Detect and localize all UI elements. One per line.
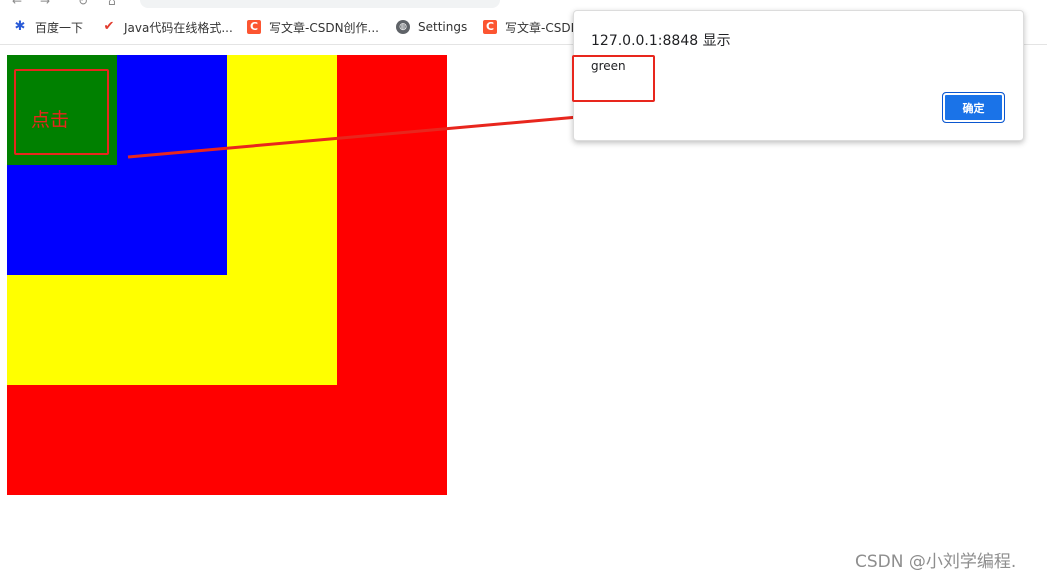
bookmark-java-formatter[interactable]: ✔ Java代码在线格式... xyxy=(102,18,233,36)
bookmark-label: Java代码在线格式... xyxy=(124,20,233,35)
bookmark-settings[interactable]: ◍ Settings xyxy=(396,18,467,36)
csdn-icon: C xyxy=(247,20,261,34)
csdn-watermark: CSDN @小刘学编程. xyxy=(855,552,1017,572)
bookmark-label: 百度一下 xyxy=(35,20,84,35)
red-check-icon: ✔ xyxy=(103,19,115,34)
bookmark-label: 写文章-CSDI xyxy=(505,20,575,35)
reload-icon[interactable]: ↻ xyxy=(78,0,88,8)
baidu-paw-icon: ✱ xyxy=(14,19,26,34)
bookmark-label: Settings xyxy=(418,20,468,34)
annotation-highlight-message xyxy=(572,55,655,102)
address-bar[interactable] xyxy=(140,0,500,8)
bookmark-label: 写文章-CSDN创作... xyxy=(269,20,379,35)
bookmark-baidu[interactable]: ✱ 百度一下 xyxy=(13,18,83,36)
csdn-icon: C xyxy=(483,20,497,34)
back-icon[interactable]: ← xyxy=(12,0,22,8)
click-label: 点击 xyxy=(31,109,70,131)
browser-toolbar: ← → ↻ ⌂ xyxy=(0,0,1047,10)
ok-button[interactable]: 确定 xyxy=(942,92,1005,123)
alert-title: 127.0.0.1:8848 显示 xyxy=(591,33,731,49)
globe-icon: ◍ xyxy=(396,20,410,34)
bookmark-csdn-write-2[interactable]: C 写文章-CSDI xyxy=(483,18,574,36)
home-icon[interactable]: ⌂ xyxy=(108,0,116,8)
bookmark-csdn-write[interactable]: C 写文章-CSDN创作... xyxy=(247,18,379,36)
forward-icon[interactable]: → xyxy=(40,0,50,8)
